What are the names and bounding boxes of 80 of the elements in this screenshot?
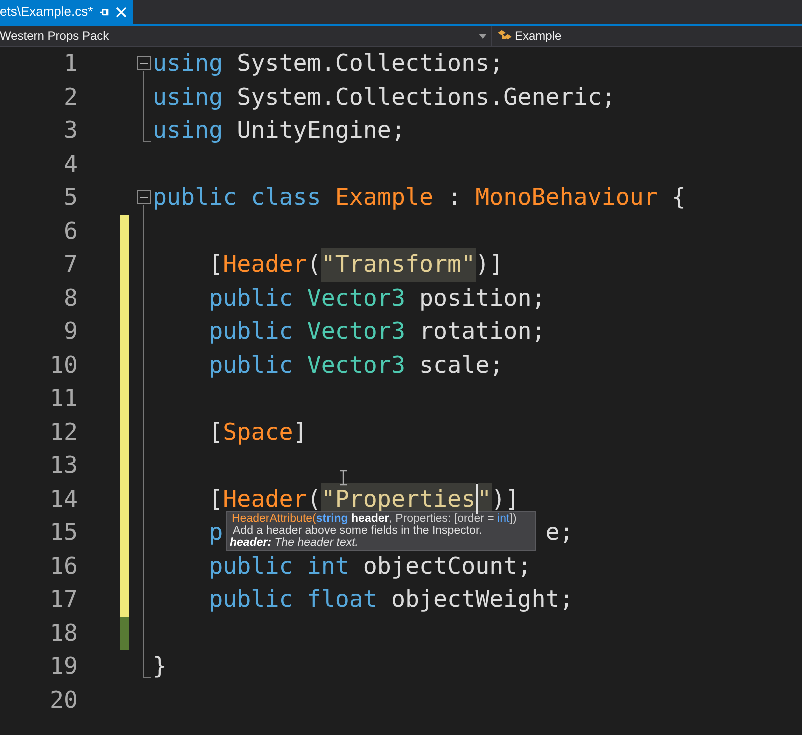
code-token: [ [209, 418, 224, 448]
code-token: using [153, 49, 224, 79]
class-icon [498, 30, 512, 42]
code-token: public int [209, 552, 350, 582]
line-number: 9 [62, 317, 78, 347]
code-token: Space [223, 418, 294, 448]
code-token: using [153, 116, 224, 146]
line-number: 18 [48, 618, 78, 648]
code-token: Header [223, 484, 308, 514]
line-number: 5 [62, 183, 78, 213]
line-number: 15 [48, 518, 78, 548]
line-number: 14 [48, 484, 78, 514]
collapse-icon[interactable] [137, 56, 151, 70]
line-number: 12 [48, 418, 78, 448]
fold-end-line [143, 114, 151, 142]
line-number: 7 [62, 250, 78, 280]
tooltip-description: Add a header above some fields in the Inspector. [232, 525, 484, 537]
line-number: 16 [48, 552, 78, 582]
line-number: 2 [62, 82, 78, 112]
signature-text: , Properties: [order = [389, 513, 496, 525]
code-token: public class [153, 183, 322, 213]
code-token: p [209, 518, 224, 548]
line-number: 19 [48, 652, 78, 682]
code-token: System.Collections; [237, 49, 504, 79]
project-dropdown[interactable]: Western Props Pack [0, 26, 492, 46]
class-dropdown[interactable]: Example [492, 26, 802, 46]
text-cursor-icon [339, 470, 348, 486]
code-token: objectWeight; [391, 585, 574, 615]
line-number: 17 [48, 585, 78, 615]
pin-icon[interactable] [99, 6, 110, 18]
line-number: 10 [48, 350, 78, 380]
signature-text: int [498, 513, 510, 525]
signature-text: ]) [510, 513, 517, 525]
code-token: rotation; [420, 317, 546, 347]
code-token: } [153, 652, 168, 682]
code-token: objectCount; [363, 552, 532, 582]
file-tab[interactable]: ets\Example.cs* [0, 0, 134, 24]
code-token: public float [209, 585, 378, 615]
code-token: [ [209, 250, 224, 280]
code-token: Header [223, 250, 308, 280]
code-token: Vector3 [307, 284, 406, 314]
code-token: ] [293, 418, 308, 448]
code-token: position; [420, 284, 546, 314]
line-number: 13 [48, 451, 78, 481]
caret-icon [479, 34, 487, 38]
code-token: e; [546, 518, 574, 548]
code-token: Vector3 [307, 317, 406, 347]
code-token: UnityEngine; [237, 116, 406, 146]
code-token: MonoBehaviour [476, 183, 658, 213]
line-number: 11 [48, 384, 78, 414]
code-token: { [672, 183, 686, 213]
signature-text: header [350, 513, 390, 525]
code-token: ( [307, 484, 322, 514]
line-number: 1 [62, 49, 78, 79]
code-token: System.Collections.Generic; [237, 82, 616, 112]
signature-text: HeaderAttribute( [232, 513, 316, 525]
code-token: Example [335, 183, 434, 213]
parameter-text: The header text. [274, 537, 358, 549]
code-token: "Transform" [321, 248, 476, 282]
line-number: 6 [62, 216, 78, 246]
code-token: scale; [420, 350, 504, 380]
close-icon[interactable] [116, 6, 128, 18]
collapse-icon[interactable] [137, 190, 151, 204]
signature-text: string [316, 513, 348, 525]
code-token: : [448, 183, 463, 213]
line-number: 3 [62, 116, 78, 146]
code-token: ( [307, 250, 322, 280]
fold-end-line [143, 650, 151, 678]
code-token: public [209, 284, 294, 314]
code-token: )] [476, 250, 504, 280]
parameter-text: header: [230, 537, 272, 549]
line-number: 8 [62, 284, 78, 314]
code-token: Vector3 [307, 350, 406, 380]
line-number: 20 [48, 686, 78, 716]
code-token: )] [492, 484, 520, 514]
code-token: public [209, 350, 294, 380]
line-number: 4 [62, 150, 78, 180]
code-token: [ [209, 484, 224, 514]
code-token: public [209, 317, 294, 347]
code-token: using [153, 82, 224, 112]
